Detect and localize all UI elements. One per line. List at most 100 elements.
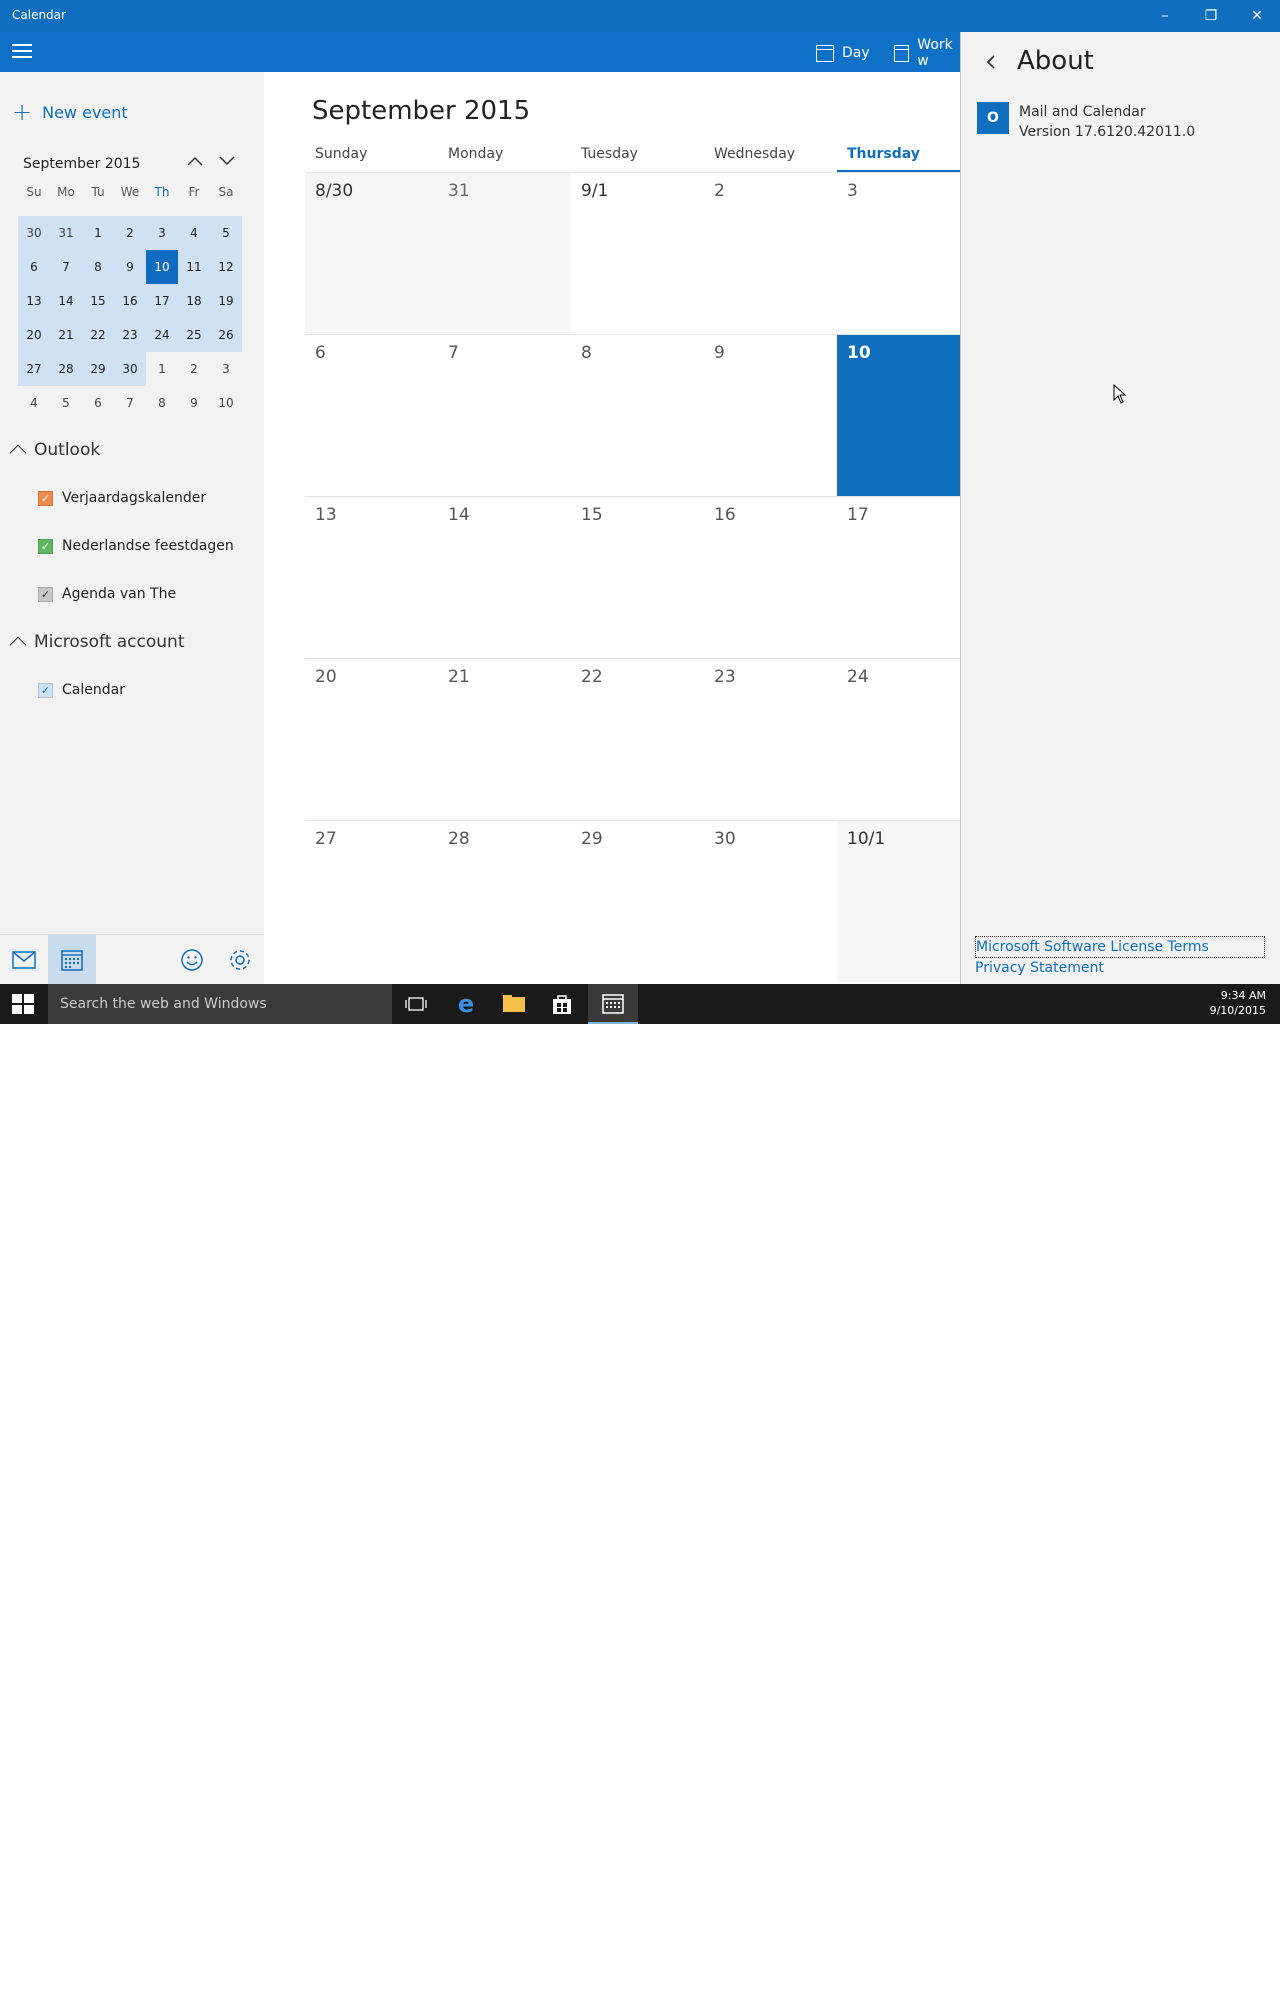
day-cell[interactable]: 28 xyxy=(438,820,571,982)
day-cell[interactable]: 17 xyxy=(837,496,960,658)
mini-calendar-day[interactable]: 20 xyxy=(18,318,50,352)
day-cell[interactable]: 31 xyxy=(438,172,571,334)
mini-calendar-day[interactable]: 23 xyxy=(114,318,146,352)
day-cell[interactable]: 13 xyxy=(305,496,438,658)
mini-calendar-day[interactable]: 19 xyxy=(210,284,242,318)
mini-calendar-day[interactable]: 29 xyxy=(82,352,114,386)
checkbox-checked-icon[interactable]: ✓ xyxy=(38,682,53,698)
store-icon[interactable] xyxy=(538,984,586,1024)
mini-calendar-day[interactable]: 4 xyxy=(18,386,50,420)
calendar-item-agenda-van-the[interactable]: ✓ Agenda van The xyxy=(38,586,176,602)
day-cell[interactable]: 15 xyxy=(571,496,704,658)
checkbox-checked-icon[interactable]: ✓ xyxy=(38,538,53,554)
checkbox-checked-icon[interactable]: ✓ xyxy=(38,490,53,506)
restore-button[interactable]: ❐ xyxy=(1188,0,1234,32)
task-view-icon[interactable] xyxy=(392,984,440,1024)
mini-calendar-day[interactable]: 24 xyxy=(146,318,178,352)
day-cell[interactable]: 7 xyxy=(438,334,571,496)
day-cell[interactable]: 10/1 xyxy=(837,820,960,982)
work-week-view-button[interactable]: Work w xyxy=(894,37,960,69)
mini-calendar-day[interactable]: 4 xyxy=(178,216,210,250)
day-cell[interactable]: 6 xyxy=(305,334,438,496)
day-cell-today[interactable]: 10 xyxy=(837,334,960,496)
day-cell[interactable]: 14 xyxy=(438,496,571,658)
mini-calendar-day[interactable]: 6 xyxy=(82,386,114,420)
mini-calendar-day[interactable]: 11 xyxy=(178,250,210,284)
mini-calendar-day[interactable]: 3 xyxy=(210,352,242,386)
mini-calendar-day[interactable]: 12 xyxy=(210,250,242,284)
day-view-button[interactable]: Day xyxy=(816,42,870,64)
day-cell[interactable]: 29 xyxy=(571,820,704,982)
smiley-icon[interactable] xyxy=(168,935,216,985)
calendar-icon[interactable] xyxy=(48,935,96,985)
day-cell[interactable]: 23 xyxy=(704,658,837,820)
windows-start-icon[interactable] xyxy=(12,994,34,1014)
day-cell[interactable]: 2 xyxy=(704,172,837,334)
license-terms-link[interactable]: Microsoft Software License Terms xyxy=(975,936,1265,958)
mini-calendar-day[interactable]: 30 xyxy=(114,352,146,386)
mini-calendar-day[interactable]: 15 xyxy=(82,284,114,318)
mini-calendar-day[interactable]: 1 xyxy=(82,216,114,250)
day-cell[interactable]: 21 xyxy=(438,658,571,820)
mini-calendar-day[interactable]: 7 xyxy=(114,386,146,420)
mini-calendar-day[interactable]: 2 xyxy=(114,216,146,250)
mini-calendar-day[interactable]: 30 xyxy=(18,216,50,250)
day-cell[interactable]: 16 xyxy=(704,496,837,658)
day-cell[interactable]: 27 xyxy=(305,820,438,982)
privacy-statement-link[interactable]: Privacy Statement xyxy=(975,958,1265,978)
back-arrow-icon[interactable] xyxy=(985,54,997,75)
mini-calendar-day[interactable]: 10 xyxy=(146,250,178,284)
mini-calendar-day[interactable]: 26 xyxy=(210,318,242,352)
calendar-app-icon[interactable] xyxy=(588,984,638,1024)
mini-calendar-day[interactable]: 22 xyxy=(82,318,114,352)
day-cell[interactable]: 8 xyxy=(571,334,704,496)
mini-calendar-day[interactable]: 5 xyxy=(210,216,242,250)
mini-calendar-day[interactable]: 7 xyxy=(50,250,82,284)
mini-calendar-day[interactable]: 5 xyxy=(50,386,82,420)
mini-calendar-day[interactable]: 27 xyxy=(18,352,50,386)
mini-calendar-day[interactable]: 8 xyxy=(82,250,114,284)
mini-calendar-day[interactable]: 3 xyxy=(146,216,178,250)
mini-calendar-day[interactable]: 2 xyxy=(178,352,210,386)
calendar-item-calendar[interactable]: ✓ Calendar xyxy=(38,682,125,698)
new-event-button[interactable]: + New event xyxy=(12,100,128,124)
day-cell[interactable]: 22 xyxy=(571,658,704,820)
search-box[interactable]: Search the web and Windows xyxy=(48,984,392,1024)
mini-calendar-day[interactable]: 1 xyxy=(146,352,178,386)
day-cell[interactable]: 3 xyxy=(837,172,960,334)
day-cell[interactable]: 8/30 xyxy=(305,172,438,334)
hamburger-menu-icon[interactable] xyxy=(12,44,34,60)
mini-calendar-day[interactable]: 18 xyxy=(178,284,210,318)
mini-calendar-title[interactable]: September 2015 xyxy=(23,156,140,172)
system-clock[interactable]: 9:34 AM 9/10/2015 xyxy=(1206,988,1266,1018)
mini-calendar-day[interactable]: 10 xyxy=(210,386,242,420)
mini-calendar-day[interactable]: 28 xyxy=(50,352,82,386)
calendar-item-nederlandse-feestdagen[interactable]: ✓ Nederlandse feestdagen xyxy=(38,538,234,554)
mini-calendar-day[interactable]: 14 xyxy=(50,284,82,318)
gear-icon[interactable] xyxy=(216,935,264,985)
calendar-item-verjaardagskalender[interactable]: ✓ Verjaardagskalender xyxy=(38,490,206,506)
day-cell[interactable]: 9 xyxy=(704,334,837,496)
mini-calendar-day[interactable]: 16 xyxy=(114,284,146,318)
close-button[interactable]: ✕ xyxy=(1234,0,1280,32)
mini-calendar-day[interactable]: 6 xyxy=(18,250,50,284)
checkbox-checked-icon[interactable]: ✓ xyxy=(38,586,53,602)
day-cell[interactable]: 30 xyxy=(704,820,837,982)
day-cell[interactable]: 24 xyxy=(837,658,960,820)
day-cell[interactable]: 20 xyxy=(305,658,438,820)
microsoft-account-group-header[interactable]: Microsoft account xyxy=(9,632,185,654)
edge-browser-icon[interactable]: e xyxy=(442,984,490,1024)
day-cell[interactable]: 9/1 xyxy=(571,172,704,334)
previous-month-button[interactable] xyxy=(186,152,204,171)
file-explorer-icon[interactable] xyxy=(490,984,538,1024)
mini-calendar-day[interactable]: 8 xyxy=(146,386,178,420)
mail-icon[interactable] xyxy=(0,935,48,985)
mini-calendar-day[interactable]: 9 xyxy=(178,386,210,420)
mini-calendar-day[interactable]: 17 xyxy=(146,284,178,318)
mini-calendar-day[interactable]: 31 xyxy=(50,216,82,250)
mini-calendar-day[interactable]: 25 xyxy=(178,318,210,352)
mini-calendar-day[interactable]: 13 xyxy=(18,284,50,318)
mini-calendar-day[interactable]: 21 xyxy=(50,318,82,352)
outlook-group-header[interactable]: Outlook xyxy=(9,440,100,462)
minimize-button[interactable]: – xyxy=(1142,0,1188,32)
